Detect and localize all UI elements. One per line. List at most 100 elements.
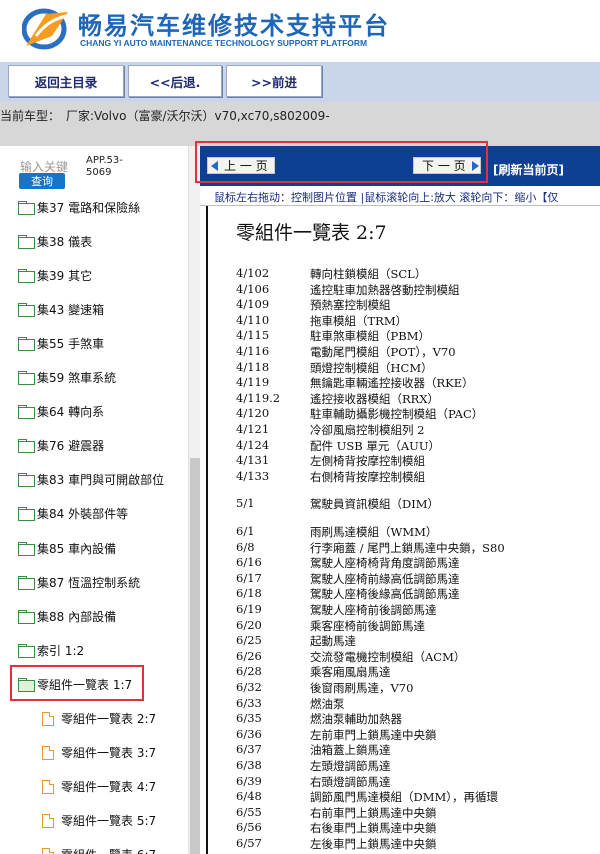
folder-icon [18,234,35,249]
tree-item-folder[interactable]: 集55 手煞車 [18,332,104,354]
component-name: 燃油泵 [310,696,345,711]
file-icon [42,813,54,828]
tree-item-label: 集87 恆溫控制系統 [37,575,141,590]
component-code: 6/37 [236,742,262,757]
component-code: 4/119.2 [236,390,281,405]
component-name: 遙控接收器模組（RRX） [310,391,440,406]
tree-item-folder[interactable]: 集88 內部設備 [18,605,116,627]
component-code: 6/57 [236,836,262,850]
tree-item-label: 集55 手煞車 [37,336,105,351]
component-code: 6/17 [236,570,262,585]
component-code: 6/56 [236,820,262,835]
component-name: 右後車門上鎖馬達中央鎖 [310,821,437,836]
tree-item-page[interactable]: 零組件一覽表 3:7 [42,742,156,764]
platform-subtitle: CHANG YI AUTO MAINTENANCE TECHNOLOGY SUP… [80,38,368,48]
folder-icon [18,575,35,590]
folder-icon [18,439,35,454]
tree-item-label: 零組件一覽表 3:7 [61,746,157,761]
tree-item-page[interactable]: 零組件一覽表 4:7 [42,776,156,798]
hint-text: 鼠标左右拖动：控制图片位置 |鼠标滚轮向上:放大 滚轮向下：缩小【仅 [214,191,559,204]
tree-item-label: 集76 避震器 [37,439,105,454]
forward-button[interactable]: >>前进 [226,65,322,97]
back-button[interactable]: <<后退. [128,65,222,97]
component-name: 調節風門馬達模組（DMM），再循環 [310,790,499,805]
tree-item-label: 集38 儀表 [37,234,93,249]
file-icon [42,847,54,854]
refresh-page-link[interactable]: [刷新当前页] [493,161,564,178]
component-name: 左前車門上鎖馬達中央鎖 [310,727,437,742]
file-icon [42,711,54,726]
file-icon [42,745,54,760]
tree-item-label: 集64 轉向系 [37,405,105,420]
component-code: 6/19 [236,602,262,616]
component-code: 4/124 [236,437,270,452]
tree-item-label: 集39 其它 [37,268,93,283]
component-code: 6/48 [236,789,262,804]
tree-item-folder[interactable]: 集37 電路和保險絲 [18,196,140,218]
component-code: 6/39 [236,773,262,788]
tree-item-label: 零組件一覽表 4:7 [61,780,157,795]
tree-item-folder[interactable]: 集84 外裝部件等 [18,503,128,525]
tree-item-folder[interactable]: 集38 儀表 [18,230,92,252]
component-code: 6/33 [236,695,262,710]
component-name: 乘客廂風扇馬達 [310,665,391,680]
component-code: 6/26 [236,648,262,663]
sidebar-scrollbar-thumb[interactable] [190,458,200,854]
component-name: 遙控駐車加熱器啓動控制模組 [310,282,460,297]
tree-item-page[interactable]: 零組件一覽表 2:7 [42,708,156,730]
component-name: 無鑰匙車輛遙控接收器（RKE） [310,376,474,391]
pager-highlight [195,141,488,183]
current-model-bar: 当前车型： 厂家:Volvo（富豪/沃尔沃）v70,xc70,s802009- [0,102,600,146]
component-name: 轉向柱鎖模組（SCL） [310,267,427,281]
component-code: 6/38 [236,758,262,772]
component-code: 6/1 [236,524,255,538]
component-code: 4/106 [236,281,270,296]
document-viewer[interactable]: 零組件一覽表 2:7 4/102 轉向柱鎖模組（SCL） 4/106 遙控駐車加熱器啓… [206,206,600,854]
content-pane: 上 一 页 下 一 页 [刷新当前页] 鼠标左右拖动：控制图片位置 |鼠标滚轮向… [200,146,600,854]
tree-item-label: 集83 車門與可開啟部位 [37,473,165,488]
tree-item-folder[interactable]: 集87 恆溫控制系統 [18,571,140,593]
tree-item-folder[interactable]: 集39 其它 [18,264,92,286]
hint-bar: 鼠标左右拖动：控制图片位置 |鼠标滚轮向上:放大 滚轮向下：缩小【仅 [200,186,600,206]
tree-item-page[interactable]: 零組件一覽表 6:7 [42,844,156,854]
tree-item-page[interactable]: 零組件一覽表 5:7 [42,810,156,832]
folder-icon [18,268,35,283]
component-code: 6/8 [236,539,255,554]
component-code: 4/120 [236,406,270,421]
tree-item-folder[interactable]: 索引 1:2 [18,639,84,661]
tree-item-folder[interactable]: 集59 煞車系統 [18,367,116,389]
component-code: 6/25 [236,633,262,648]
app-code: APP.53-5069 [86,155,123,178]
component-code: 4/110 [236,312,270,327]
chang-yi-logo-icon [22,8,68,50]
component-name: 右側椅背按摩控制模組 [310,469,425,484]
component-name: 冷卻風扇控制模組列 2 [310,423,425,437]
tree-item-label: 零組件一覽表 5:7 [61,814,157,829]
current-model-value: 厂家:Volvo（富豪/沃尔沃）v70,xc70,s802009- [66,109,330,123]
home-button[interactable]: 返回主目录 [8,65,124,97]
folder-icon [18,405,35,420]
tree-item-folder[interactable]: 集43 變速箱 [18,298,104,320]
component-name: 左側椅背按摩控制模組 [310,454,425,469]
tree-item-folder[interactable]: 集85 車內設備 [18,537,116,559]
search-row: 输入关键 查询 APP.53-5069 [0,146,200,194]
component-code: 5/1 [236,496,255,511]
tree-item-label: 集37 電路和保險絲 [37,200,141,215]
folder-icon [18,302,35,317]
component-name: 駕駛人座椅前緣高低調節馬達 [310,571,460,586]
document-title: 零組件一覽表 2:7 [236,222,387,244]
component-code: 6/55 [236,804,262,819]
component-name: 乘客座椅前後調節馬達 [310,618,425,633]
tree-item-folder[interactable]: 集76 避震器 [18,435,104,457]
component-name: 行李廂蓋 / 尾門上鎖馬達中央鎖，S80 [310,540,505,555]
component-name: 拖車模組（TRM） [310,313,408,328]
tree-item-folder[interactable]: 集83 車門與可開啟部位 [18,469,164,491]
tree-item-folder[interactable]: 集64 轉向系 [18,401,104,423]
component-name: 駕駛人座椅椅背角度調節馬達 [310,556,460,571]
folder-icon [18,371,35,385]
search-button[interactable]: 查询 [19,173,65,189]
tree-item-label: 索引 1:2 [37,643,85,658]
folder-icon [18,507,35,522]
component-code: 6/32 [236,680,262,694]
sidebar-scrollbar[interactable] [188,146,200,854]
